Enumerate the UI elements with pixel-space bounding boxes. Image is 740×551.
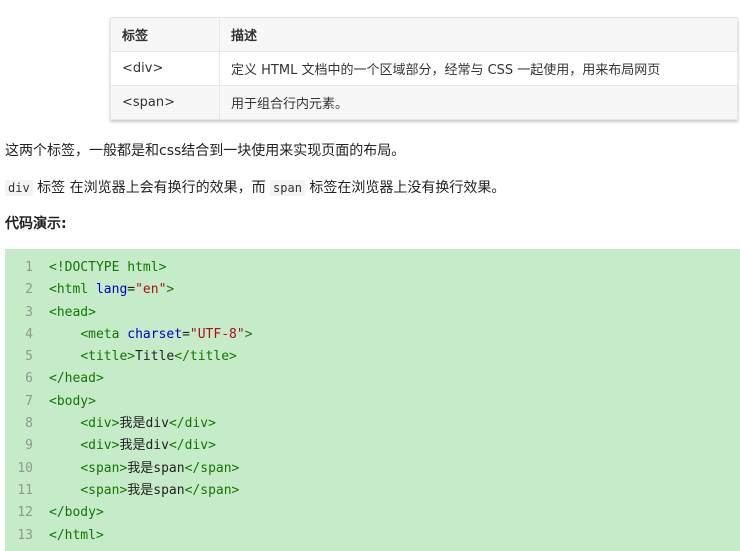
cell-tag: <span>	[110, 85, 220, 120]
line-number: 8	[25, 416, 33, 432]
inline-code-span: span	[270, 180, 305, 196]
code-line: 13 </html>	[5, 525, 740, 547]
paragraph-text: 标签 在浏览器上会有换行的效果，而	[37, 180, 266, 196]
cell-description: 用于组合行内元素。	[219, 85, 738, 120]
code-token: 我是div	[119, 416, 169, 432]
code-token: </span>	[184, 460, 240, 476]
code-token: "UTF-8"	[189, 326, 245, 342]
code-line: 1 <!DOCTYPE html>	[5, 257, 740, 279]
code-line: 8 <div>我是div</div>	[5, 413, 740, 435]
code-token: <meta	[80, 326, 128, 342]
code-token: lang	[95, 282, 128, 298]
line-number: 5	[25, 349, 33, 365]
code-token: 我是span	[127, 482, 185, 498]
code-token: </html>	[49, 527, 104, 543]
code-token: Title	[135, 349, 175, 365]
behavior-paragraph: div 标签 在浏览器上会有换行的效果，而 span 标签在浏览器上没有换行效果…	[5, 177, 505, 197]
code-line: 5 <title>Title</title>	[5, 346, 740, 368]
code-token: 我是span	[127, 460, 185, 476]
code-line: 11 <span>我是span</span>	[5, 480, 740, 502]
code-token: >	[244, 326, 253, 342]
code-block: 1 <!DOCTYPE html> 2 <html lang="en"> 3 <head>…	[5, 249, 740, 551]
line-number: 7	[25, 393, 33, 409]
code-token: charset	[127, 326, 183, 342]
table-row: <span> 用于组合行内元素。	[110, 85, 738, 120]
code-token: <div>	[80, 416, 120, 432]
code-line: 7 <body>	[5, 391, 740, 413]
code-line: 10 <span>我是span</span>	[5, 458, 740, 480]
document-page: 标签 描述 <div> 定义 HTML 文档中的一个区域部分，经常与 CSS 一…	[0, 0, 740, 551]
code-token: </span>	[184, 482, 240, 498]
demo-heading: 代码演示:	[5, 216, 67, 232]
code-token: </title>	[174, 349, 237, 365]
line-number: 6	[25, 371, 33, 387]
line-number: 12	[17, 505, 33, 521]
inline-code-div: div	[5, 180, 33, 196]
code-line: 9 <div>我是div</div>	[5, 435, 740, 457]
code-token: </div>	[168, 438, 216, 454]
code-token: >	[166, 282, 175, 298]
tag-description-table: 标签 描述 <div> 定义 HTML 文档中的一个区域部分，经常与 CSS 一…	[110, 17, 738, 120]
cell-description: 定义 HTML 文档中的一个区域部分，经常与 CSS 一起使用，用来布局网页	[219, 51, 738, 86]
cell-tag: <div>	[110, 51, 220, 86]
code-line: 4 <meta charset="UTF-8">	[5, 324, 740, 346]
table-header-row: 标签 描述	[110, 17, 738, 52]
line-number: 2	[25, 282, 33, 298]
paragraph-text: 标签在浏览器上没有换行效果。	[309, 180, 506, 196]
code-token: "en"	[135, 282, 167, 298]
header-tag: 标签	[110, 17, 220, 52]
header-description: 描述	[219, 17, 738, 52]
line-number: 1	[25, 260, 33, 275]
code-token: </head>	[49, 371, 104, 387]
code-token: =	[182, 326, 190, 342]
code-line: 3 <head>	[5, 302, 740, 324]
code-token: <title>	[80, 349, 136, 365]
code-line: 2 <html lang="en">	[5, 279, 740, 301]
code-token: =	[127, 282, 136, 298]
line-number: 4	[25, 326, 33, 342]
code-token: <span>	[80, 482, 128, 498]
code-line: 6 </head>	[5, 368, 740, 390]
code-token: <span>	[80, 460, 128, 476]
code-token: <head>	[49, 304, 96, 320]
line-number: 13	[17, 527, 33, 543]
code-token: <!DOCTYPE html>	[49, 260, 167, 275]
line-number: 10	[17, 460, 33, 476]
line-number: 9	[25, 438, 33, 454]
code-token: 我是div	[119, 438, 169, 454]
line-number: 11	[17, 482, 33, 498]
line-number: 3	[25, 304, 33, 320]
code-token: </body>	[49, 505, 104, 521]
table-row: <div> 定义 HTML 文档中的一个区域部分，经常与 CSS 一起使用，用来…	[110, 51, 738, 86]
code-token: <body>	[49, 393, 96, 409]
intro-paragraph: 这两个标签，一般都是和css结合到一块使用来实现页面的布局。	[5, 143, 406, 159]
code-line: 12 </body>	[5, 502, 740, 524]
code-token: <div>	[80, 438, 120, 454]
code-token: </div>	[168, 416, 216, 432]
code-token: <html	[49, 282, 96, 298]
